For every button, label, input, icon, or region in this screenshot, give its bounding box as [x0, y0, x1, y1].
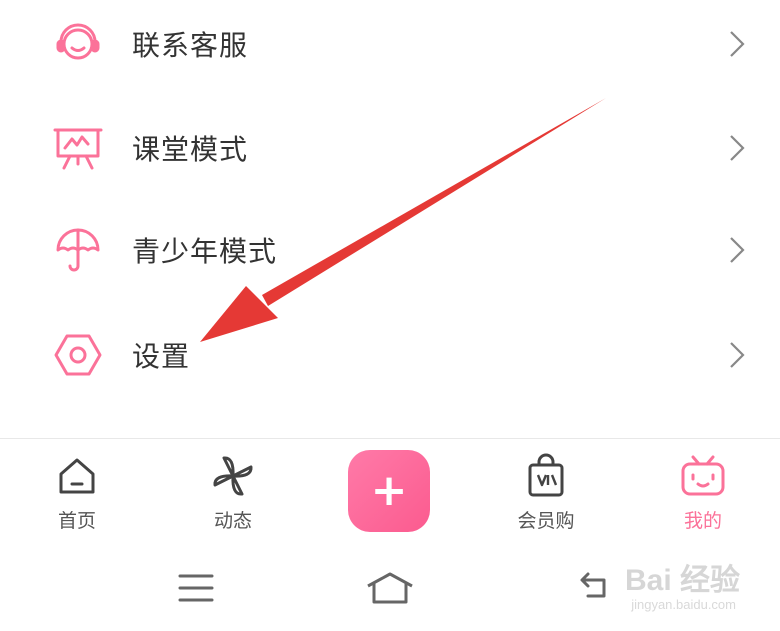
menu-label-settings: 设置: [132, 340, 191, 373]
menu-item-customer-service[interactable]: 联系客服: [0, 0, 780, 94]
home-icon: [53, 452, 101, 500]
plus-icon: +: [370, 465, 408, 516]
menu-item-teen-mode[interactable]: 青少年模式: [0, 200, 780, 300]
tab-vip-shop-label: 会员购: [517, 510, 575, 532]
menu-label-teen-mode: 青少年模式: [132, 235, 278, 268]
tab-mine[interactable]: 我的: [648, 448, 758, 538]
tab-dynamic[interactable]: 动态: [178, 448, 288, 538]
home-outline-icon: [367, 572, 413, 604]
umbrella-icon: [52, 224, 104, 276]
publish-button[interactable]: +: [348, 450, 430, 532]
classroom-board-icon: [52, 122, 104, 174]
chevron-right-icon: [730, 237, 745, 263]
tab-home-label: 首页: [57, 510, 96, 532]
menu-label-customer-service: 联系客服: [132, 29, 249, 62]
tabbar-divider: [0, 438, 780, 439]
shopping-bag-icon: [522, 452, 570, 500]
tab-home[interactable]: 首页: [22, 448, 132, 538]
system-back-button[interactable]: [566, 560, 626, 616]
menu-lines-icon: [178, 574, 214, 602]
chevron-right-icon: [730, 31, 745, 57]
baidu-jingyan-watermark: Bai 经验: [624, 564, 740, 597]
menu-label-classroom-mode: 课堂模式: [132, 133, 249, 166]
back-icon: [580, 572, 606, 598]
system-menu-button[interactable]: [166, 560, 226, 616]
tv-mascot-icon: [679, 452, 727, 500]
headset-icon: [52, 18, 104, 70]
tab-mine-label: 我的: [683, 510, 722, 532]
chevron-right-icon: [730, 135, 745, 161]
watermark-url: jingyan.baidu.com: [631, 597, 736, 612]
system-home-button[interactable]: [360, 560, 420, 616]
tab-dynamic-label: 动态: [213, 510, 252, 532]
chevron-right-icon: [730, 342, 745, 368]
menu-item-settings[interactable]: 设置: [0, 305, 780, 405]
menu-item-classroom-mode[interactable]: 课堂模式: [0, 98, 780, 198]
pinwheel-icon: [209, 452, 257, 500]
tab-vip-shop[interactable]: 会员购: [491, 448, 601, 538]
hexagon-gear-icon: [52, 329, 104, 381]
